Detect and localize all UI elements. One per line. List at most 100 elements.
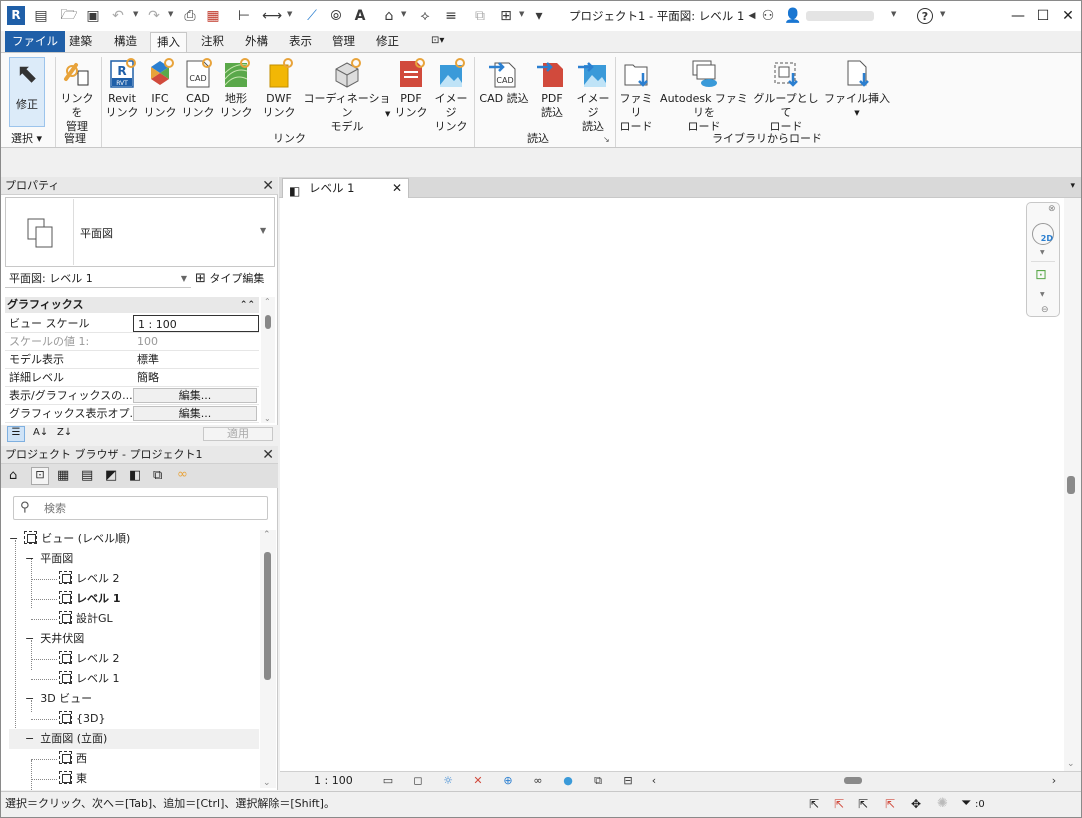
tab-list-icon[interactable]: ▾ (1070, 181, 1075, 191)
browser-search-input[interactable] (44, 500, 244, 516)
tree-root[interactable]: − ビュー (レベル順) (9, 529, 130, 549)
image-link-button[interactable]: イメージ リンク (431, 57, 471, 134)
apply-button[interactable]: 適用 (203, 427, 273, 441)
sort-ascending-icon[interactable]: A↓ (33, 427, 48, 438)
tree-elevations[interactable]: − 立面図 (立面) (25, 729, 107, 749)
detail-icon[interactable]: ≡ (442, 7, 460, 25)
revit-logo-icon[interactable]: R (7, 6, 25, 25)
tab-structure[interactable]: 構造 (108, 32, 143, 52)
export-icon[interactable]: ▦ (204, 7, 222, 25)
tree-el-west[interactable]: 西 (59, 749, 87, 769)
browser-close-icon[interactable]: ✕ (262, 446, 274, 464)
type-selector[interactable]: 平面図 ▼ (5, 197, 275, 267)
dimension-dropdown-icon[interactable]: ▼ (287, 10, 292, 18)
ifc-link-button[interactable]: IFC リンク (141, 57, 179, 120)
view-scale-input[interactable]: 1 : 100 (133, 315, 259, 332)
edit-type-button[interactable]: ⊞ タイプ編集 (195, 270, 275, 288)
close-hidden-icon[interactable]: ⧉ (471, 7, 489, 25)
tree-fp-level-2[interactable]: レベル 2 (59, 569, 120, 589)
hscroll-right-icon[interactable]: › (1046, 774, 1062, 788)
view-tab-close-icon[interactable]: ✕ (392, 179, 402, 198)
sort-descending-icon[interactable]: Z↓ (57, 427, 72, 438)
steering-wheel-dropdown-icon[interactable]: ▼ (1040, 249, 1045, 256)
canvas-horizontal-scrollbar[interactable] (664, 776, 1044, 786)
3d-view-icon[interactable]: ⌂ (380, 7, 398, 25)
view-tab-level-1[interactable]: ◧ レベル 1 ✕ (282, 178, 409, 198)
crop-view-icon[interactable]: ⊕ (500, 774, 516, 788)
browser-home-icon[interactable]: ⌂ (9, 468, 17, 483)
navbar-close-icon[interactable]: ⊗ (1048, 204, 1056, 214)
browser-links-icon[interactable]: ∞ (177, 467, 188, 482)
text-icon[interactable]: A (351, 7, 369, 25)
properties-close-icon[interactable]: ✕ (262, 177, 274, 195)
tree-ceiling-plans[interactable]: − 天井伏図 (25, 629, 84, 649)
browser-schedules-icon[interactable]: ▤ (81, 468, 93, 483)
load-family-button[interactable]: ファミリ ロード (617, 57, 655, 134)
import-panel-launcher-icon[interactable]: ↘ (603, 135, 610, 144)
select-panel-label[interactable]: 選択 ▾ (11, 130, 42, 146)
dimension-icon[interactable]: ⟷ (262, 7, 282, 25)
canvas-vertical-scrollbar[interactable]: ⌄ (1064, 198, 1081, 771)
tree-floor-plans[interactable]: − 平面図 (25, 549, 73, 569)
navbar-options-icon[interactable]: ⊖ (1041, 305, 1049, 315)
image-import-button[interactable]: イメージ 読込 (573, 57, 613, 134)
drag-elements-icon[interactable]: ✥ (911, 792, 921, 816)
worksharing-icon[interactable]: ⧉ (590, 774, 606, 788)
tree-el-east[interactable]: 東 (59, 769, 87, 789)
tab-view[interactable]: 表示 (283, 32, 318, 52)
tab-file[interactable]: ファイル (5, 31, 65, 52)
binoculars-icon[interactable]: ⚇ (759, 7, 777, 25)
detail-level-icon[interactable]: ▭ (380, 774, 396, 788)
tree-fp-design-gl[interactable]: 設計GL (59, 609, 113, 629)
help-icon[interactable]: ? (917, 8, 933, 24)
properties-scrollbar[interactable]: ⌃ ⌄ (261, 297, 275, 423)
analytical-model-icon[interactable]: ⊟ (620, 774, 636, 788)
browser-families-icon[interactable]: ◧ (129, 468, 141, 483)
home-icon[interactable]: ▤ (32, 7, 50, 25)
browser-scrollbar[interactable]: ⌃ ⌄ (260, 530, 276, 788)
view-scale-label[interactable]: 1 : 100 (314, 774, 353, 787)
redo-icon[interactable]: ↷ (145, 7, 163, 25)
reveal-hidden-icon[interactable]: ● (560, 774, 576, 788)
select-by-face-icon[interactable]: ⇱ (885, 792, 895, 816)
save-icon[interactable]: ▣ (84, 7, 102, 25)
gd-edit-button[interactable]: 編集... (133, 406, 257, 421)
cad-link-button[interactable]: CAD CAD リンク (179, 57, 217, 120)
maximize-button[interactable]: ☐ (1031, 5, 1055, 27)
tree-3d-default[interactable]: {3D} (59, 709, 105, 729)
browser-search-box[interactable]: ⚲ (13, 496, 268, 520)
pdf-link-button[interactable]: PDF リンク (393, 57, 429, 120)
revit-link-button[interactable]: R RVT Revit リンク (103, 57, 141, 120)
coordination-dropdown-icon[interactable]: ▼ (385, 107, 390, 121)
steering-wheel-icon[interactable]: 2D (1032, 223, 1054, 245)
tab-site[interactable]: 外構 (239, 32, 274, 52)
terrain-link-button[interactable]: 地形 リンク (217, 57, 255, 120)
zoom-dropdown-icon[interactable]: ▼ (1040, 291, 1045, 298)
tab-architecture[interactable]: 建築 (63, 32, 98, 52)
prop-row-model-display[interactable]: モデル表示 標準 (5, 351, 259, 369)
tree-cp-level-2[interactable]: レベル 2 (59, 649, 120, 669)
browser-groups-icon[interactable]: ⧉ (153, 468, 162, 483)
filter-icon[interactable]: ⏷ (961, 792, 971, 816)
tab-manage[interactable]: 管理 (326, 32, 361, 52)
3d-dropdown-icon[interactable]: ▼ (401, 10, 406, 18)
prop-row-detail-level[interactable]: 詳細レベル 簡略 (5, 369, 259, 387)
type-dropdown-icon[interactable]: ▼ (260, 226, 266, 235)
select-pinned-icon[interactable]: ⇱ (858, 792, 868, 816)
background-process-icon[interactable]: ✺ (937, 792, 948, 816)
measure-icon[interactable]: ⊢ (235, 7, 253, 25)
zoom-region-icon[interactable]: ⊡ (1035, 267, 1047, 283)
switch-windows-dropdown-icon[interactable]: ▼ (519, 10, 524, 18)
shadows-icon[interactable]: ✕ (470, 774, 486, 788)
hscroll-left-icon[interactable]: ‹ (646, 774, 662, 788)
close-button[interactable]: ✕ (1056, 5, 1080, 27)
tree-cp-level-1[interactable]: レベル 1 (59, 669, 120, 689)
drawing-canvas[interactable]: ⊗ 2D ▼ ⊡ ▼ ⊖ (280, 198, 1064, 771)
user-dropdown-icon[interactable]: ▼ (891, 10, 896, 18)
sun-path-icon[interactable]: ☼ (440, 774, 456, 788)
user-icon[interactable]: 👤 (784, 7, 802, 25)
customize-qat-icon[interactable]: ▾ (530, 7, 548, 25)
print-icon[interactable]: ⎙ (181, 7, 199, 25)
load-autodesk-family-button[interactable]: Autodesk ファミリを ロード (657, 57, 751, 134)
minimize-button[interactable]: — (1006, 5, 1030, 27)
